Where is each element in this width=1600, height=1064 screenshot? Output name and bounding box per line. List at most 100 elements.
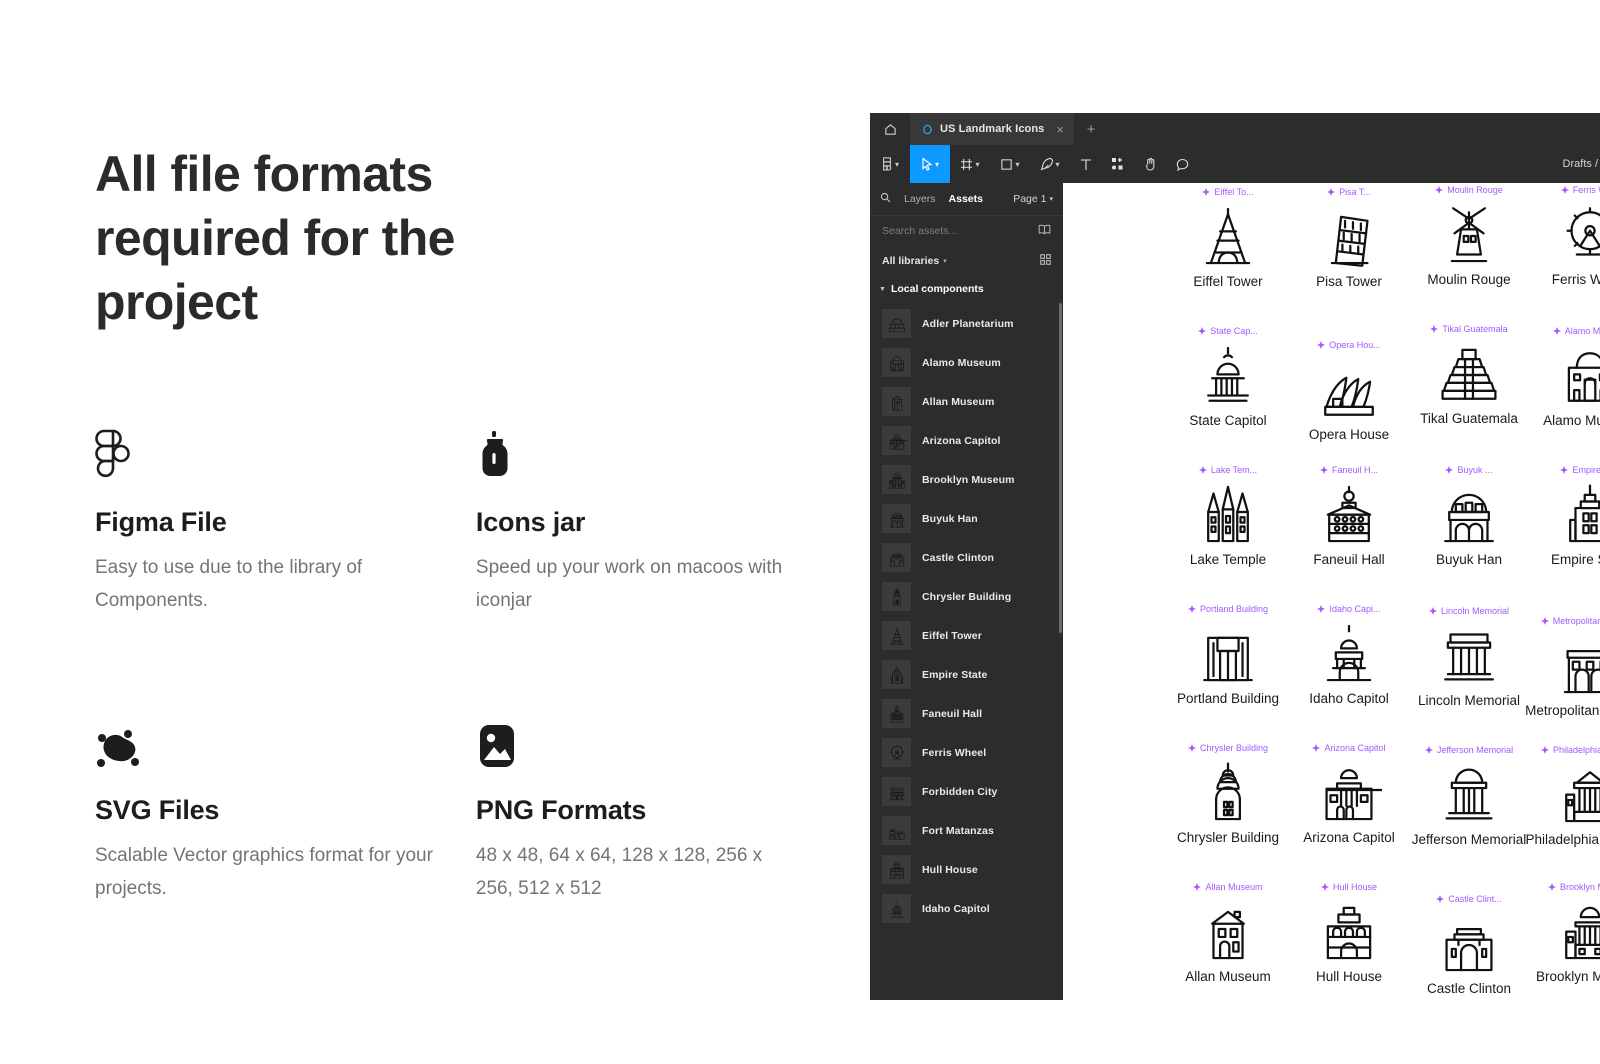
breadcrumb[interactable]: Drafts /: [1563, 145, 1600, 183]
component-badge: Alamo Museum: [1523, 324, 1600, 337]
new-tab-button[interactable]: +: [1074, 113, 1108, 145]
tab-assets[interactable]: Assets: [949, 193, 983, 205]
vector-node-icon: [95, 713, 476, 769]
canvas-component[interactable]: Brooklyn Museum Brooklyn Museum: [1523, 880, 1600, 984]
canvas-component[interactable]: Moulin Rouge Moulin Rouge: [1402, 183, 1536, 288]
home-icon[interactable]: [870, 113, 910, 145]
text-tool-icon[interactable]: [1070, 145, 1102, 183]
panel-scrollbar[interactable]: [1059, 303, 1062, 633]
figma-menu-icon[interactable]: ▾: [870, 145, 910, 183]
component-label: Allan Museum: [1185, 969, 1271, 984]
canvas-component[interactable]: Castle Clint... Castle Clinton: [1402, 892, 1536, 997]
component-badge-label: Castle Clint...: [1448, 893, 1502, 904]
feature-desc: Easy to use due to the library of Compon…: [95, 557, 363, 611]
tab-bar: US Landmark Icons × +: [870, 113, 1600, 145]
fort-icon: [882, 816, 911, 845]
components-tool-icon[interactable]: [1102, 145, 1134, 183]
asset-list[interactable]: Adler Planetarium Alamo Museum Allan Museu…: [870, 302, 1063, 1000]
canvas-component[interactable]: Metropolitan Museum Metropolitan Museum: [1523, 614, 1600, 718]
canvas-component[interactable]: Opera Hou... Opera House: [1282, 338, 1416, 443]
canvas-component[interactable]: Hull House Hull House: [1282, 880, 1416, 985]
figma-logo-icon: [95, 425, 476, 481]
component-badge-label: Arizona Capitol: [1324, 742, 1386, 753]
asset-list-item[interactable]: Chrysler Building: [870, 577, 1063, 616]
asset-list-item[interactable]: Ferris Wheel: [870, 733, 1063, 772]
asset-list-item[interactable]: Allan Museum: [870, 382, 1063, 421]
canvas-component[interactable]: Arizona Capitol Arizona Capitol: [1282, 741, 1416, 846]
asset-list-item[interactable]: Alamo Museum: [870, 343, 1063, 382]
component-badge-label: Pisa T...: [1339, 186, 1371, 197]
component-badge: Idaho Capi...: [1282, 602, 1416, 615]
component-artwork: [1523, 476, 1600, 552]
asset-list-item[interactable]: Faneuil Hall: [870, 694, 1063, 733]
tab-layers[interactable]: Layers: [904, 193, 936, 205]
component-artwork: [1402, 617, 1536, 693]
asset-list-item[interactable]: Forbidden City: [870, 772, 1063, 811]
pen-tool-icon[interactable]: ▾: [1030, 145, 1070, 183]
feature-row: SVG Files Scalable Vector graphics forma…: [95, 713, 795, 905]
component-badge: Metropolitan Museum: [1523, 614, 1600, 627]
canvas-component[interactable]: Philadelphia Museum Philadelphia Museum: [1523, 743, 1600, 847]
component-badge: Jefferson Memorial: [1402, 743, 1536, 756]
asset-list-item[interactable]: Hull House: [870, 850, 1063, 889]
component-badge: Brooklyn Museum: [1523, 880, 1600, 893]
feature-desc: Scalable Vector graphics format for your…: [95, 845, 433, 900]
frame-tool-icon[interactable]: ▾: [950, 145, 990, 183]
component-artwork: [1523, 627, 1600, 703]
asset-list-item[interactable]: Buyuk Han: [870, 499, 1063, 538]
shape-tool-icon[interactable]: ▾: [990, 145, 1030, 183]
asset-list-item[interactable]: Idaho Capitol: [870, 889, 1063, 928]
asset-label: Fort Matanzas: [922, 824, 994, 837]
component-badge: Moulin Rouge: [1402, 183, 1536, 196]
search-assets-input[interactable]: Search assets...: [870, 216, 1063, 246]
asset-list-item[interactable]: Empire State: [870, 655, 1063, 694]
component-label: Portland Building: [1176, 691, 1280, 706]
grid-view-icon[interactable]: [1040, 252, 1051, 270]
local-components-section[interactable]: ▼ Local components: [870, 276, 1063, 302]
chrysler-icon: [882, 582, 911, 611]
tab-close-icon[interactable]: ×: [1056, 122, 1064, 137]
component-artwork: [1402, 756, 1536, 832]
tab-us-landmark-icons[interactable]: US Landmark Icons ×: [910, 113, 1075, 145]
asset-list-item[interactable]: Fort Matanzas: [870, 811, 1063, 850]
canvas-component[interactable]: Faneuil H... Faneuil Hall: [1282, 463, 1416, 568]
component-badge: Faneuil H...: [1282, 463, 1416, 476]
asset-list-item[interactable]: Adler Planetarium: [870, 304, 1063, 343]
move-tool-icon[interactable]: ▾: [910, 145, 950, 183]
asset-list-item[interactable]: Brooklyn Museum: [870, 460, 1063, 499]
canvas-component[interactable]: Tikal Guatemala Tikal Guatemala: [1402, 322, 1536, 427]
page-selector[interactable]: Page 1 ▾: [1013, 193, 1053, 205]
component-artwork: [1161, 615, 1295, 691]
asset-list-item[interactable]: Eiffel Tower: [870, 616, 1063, 655]
comment-tool-icon[interactable]: [1166, 145, 1198, 183]
canvas-component[interactable]: Jefferson Memorial Jefferson Memorial: [1402, 743, 1536, 848]
library-book-icon[interactable]: [1038, 222, 1051, 240]
canvas-component[interactable]: Empire St... Empire State: [1523, 463, 1600, 567]
component-badge: Buyuk ...: [1402, 463, 1536, 476]
canvas[interactable]: Eiffel To... Eiffel Tower Pisa T... Pisa To…: [1063, 183, 1600, 1064]
canvas-component[interactable]: Idaho Capi... Idaho Capitol: [1282, 602, 1416, 707]
asset-label: Allan Museum: [922, 395, 995, 408]
component-badge-label: Chrysler Building: [1199, 742, 1269, 753]
canvas-component[interactable]: Lincoln Memorial Lincoln Memorial: [1402, 604, 1536, 709]
tab-label: US Landmark Icons: [940, 123, 1045, 135]
panel-tab-bar: Layers Assets Page 1 ▾: [870, 183, 1063, 216]
canvas-component[interactable]: Eiffel To... Eiffel Tower: [1161, 185, 1295, 290]
component-badge-label: Alamo Museum: [1564, 325, 1600, 336]
feature-grid: Figma File Easy to use due to the librar…: [95, 425, 795, 906]
canvas-component[interactable]: Allan Museum Allan Museum: [1161, 880, 1295, 985]
asset-list-item[interactable]: Arizona Capitol: [870, 421, 1063, 460]
canvas-component[interactable]: Buyuk ... Buyuk Han: [1402, 463, 1536, 568]
library-filter[interactable]: All libraries ▾: [870, 246, 1063, 276]
search-icon[interactable]: [880, 190, 891, 208]
canvas-component[interactable]: State Cap... State Capitol: [1161, 324, 1295, 429]
asset-label: Eiffel Tower: [922, 629, 982, 642]
canvas-component[interactable]: Ferris Wh... Ferris Wheel: [1523, 183, 1600, 287]
canvas-component[interactable]: Lake Tem... Lake Temple: [1161, 463, 1295, 568]
canvas-component[interactable]: Portland Building Portland Building: [1161, 602, 1295, 707]
asset-list-item[interactable]: Castle Clinton: [870, 538, 1063, 577]
canvas-component[interactable]: Chrysler Building Chrysler Building: [1161, 741, 1295, 846]
canvas-component[interactable]: Pisa T... Pisa Tower: [1282, 185, 1416, 290]
hand-tool-icon[interactable]: [1134, 145, 1166, 183]
canvas-component[interactable]: Alamo Museum Alamo Museum: [1523, 324, 1600, 428]
